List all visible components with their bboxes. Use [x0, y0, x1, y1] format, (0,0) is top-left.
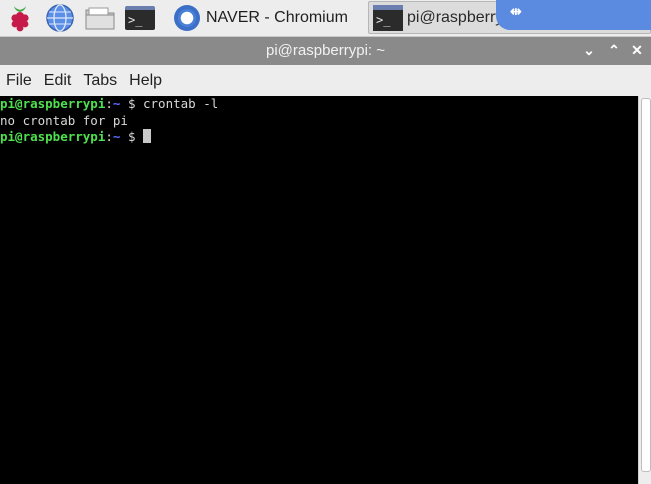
window-titlebar[interactable]: pi@raspberrypi: ~ ⌄ ⌃ ✕ [0, 37, 651, 65]
file-manager-icon[interactable] [84, 2, 116, 34]
taskbar: >_ NAVER - Chromium >_ pi@raspberrypi: ~… [0, 0, 651, 37]
terminal-line: pi@raspberrypi:~ $ [0, 129, 638, 146]
menubar: File Edit Tabs Help [0, 65, 651, 96]
menu-edit[interactable]: Edit [38, 72, 78, 90]
terminal-output[interactable]: pi@raspberrypi:~ $ crontab -l no crontab… [0, 96, 638, 484]
raspberry-menu-icon[interactable] [4, 2, 36, 34]
terminal-line: pi@raspberrypi:~ $ crontab -l [0, 96, 638, 113]
command-text: crontab -l [143, 96, 219, 111]
prompt-separator: : [105, 96, 113, 111]
task-label: NAVER - Chromium [206, 8, 348, 26]
close-button[interactable]: ✕ [628, 41, 646, 59]
maximize-button[interactable]: ⌃ [605, 41, 623, 59]
text-cursor [143, 129, 151, 143]
prompt-symbol: $ [120, 96, 143, 111]
command-output: no crontab for pi [0, 112, 128, 128]
scrollbar-thumb[interactable] [641, 98, 651, 472]
task-chromium[interactable]: NAVER - Chromium [168, 1, 364, 34]
prompt-user: pi@raspberrypi [0, 129, 106, 144]
prompt-symbol: $ [120, 129, 143, 144]
prompt-user: pi@raspberrypi [0, 96, 106, 111]
window-title: pi@raspberrypi: ~ [265, 42, 386, 59]
menu-help[interactable]: Help [123, 72, 168, 90]
terminal-line: no crontab for pi [0, 113, 638, 130]
menu-file[interactable]: File [0, 72, 38, 90]
web-browser-icon[interactable] [44, 2, 76, 34]
menu-tabs[interactable]: Tabs [77, 72, 123, 90]
terminal-icon: >_ [373, 4, 403, 31]
minimize-button[interactable]: ⌄ [580, 41, 598, 59]
prompt-separator: : [105, 129, 113, 144]
chromium-icon [174, 4, 200, 31]
terminal-scrollbar[interactable] [638, 96, 651, 484]
move-handle-icon[interactable]: ⇹ [510, 3, 522, 20]
terminal-launcher-icon[interactable]: >_ [124, 2, 156, 34]
